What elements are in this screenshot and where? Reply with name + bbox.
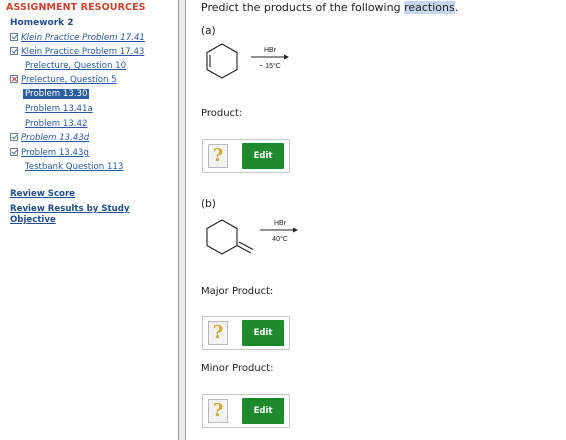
x-mark-icon: [10, 75, 18, 83]
product-answer-box: ? Edit: [202, 139, 290, 173]
assignment-title[interactable]: Homework 2: [10, 18, 74, 28]
edit-minor-product-button[interactable]: Edit: [242, 398, 284, 424]
product-label: Product:: [201, 108, 243, 119]
empty-structure-icon: ?: [208, 144, 228, 168]
part-a-label: (a): [201, 25, 216, 37]
condition-b: 40°C: [272, 235, 288, 243]
check-icon: [10, 148, 18, 156]
empty-structure-icon: ?: [208, 399, 228, 423]
highlighted-word: reactions: [404, 1, 455, 14]
cyclohexene-structure: [206, 43, 238, 79]
sidebar-item-problem-13-30[interactable]: Problem 13.30: [23, 89, 90, 99]
reagent-a: HBr: [264, 47, 277, 54]
sidebar-item-problem-13-42[interactable]: Problem 13.42: [25, 119, 87, 129]
reagent-b: HBr: [274, 220, 287, 227]
sidebar-item-klein-17-41[interactable]: Klein Practice Problem 17.41: [10, 33, 145, 43]
arrow-head: [293, 227, 298, 233]
sidebar-item-prelecture-5[interactable]: Prelecture, Question 5: [10, 75, 117, 85]
question-prompt: Predict the products of the following re…: [201, 1, 459, 14]
check-icon: [10, 47, 18, 55]
major-product-answer-box: ? Edit: [202, 316, 290, 350]
sidebar-item-problem-13-43g[interactable]: Problem 13.43g: [10, 148, 89, 158]
sidebar-item-problem-13-41a[interactable]: Problem 13.41a: [25, 104, 93, 114]
reaction-b-scheme: HBr 40°C: [206, 219, 298, 255]
minor-product-answer-box: ? Edit: [202, 394, 290, 428]
reaction-a-scheme: HBr − 15°C: [206, 43, 289, 79]
panel-splitter[interactable]: [178, 0, 186, 440]
sidebar-item-klein-17-43[interactable]: Klein Practice Problem 17.43: [10, 47, 144, 57]
major-product-label: Major Product:: [201, 286, 274, 297]
sidebar-item-testbank-113[interactable]: Testbank Question 113: [25, 162, 123, 172]
edit-product-button[interactable]: Edit: [242, 143, 284, 169]
empty-structure-icon: ?: [208, 321, 228, 345]
edit-major-product-button[interactable]: Edit: [242, 320, 284, 346]
sidebar-item-problem-13-43d[interactable]: Problem 13.43d: [10, 133, 89, 143]
sidebar-header: ASSIGNMENT RESOURCES: [6, 2, 146, 13]
condition-a: − 15°C: [259, 62, 281, 70]
arrow-head: [284, 54, 289, 60]
check-icon: [10, 133, 18, 141]
minor-product-label: Minor Product:: [201, 363, 274, 374]
review-score-link[interactable]: Review Score: [10, 189, 160, 200]
assignment-sidebar: ASSIGNMENT RESOURCES Homework 2 Klein Pr…: [0, 0, 176, 440]
question-panel: Predict the products of the following re…: [186, 0, 566, 440]
sidebar-item-prelecture-10[interactable]: Prelecture, Question 10: [25, 61, 126, 71]
check-icon: [10, 33, 18, 41]
methylenecyclohexane-structure: [206, 219, 254, 255]
review-results-link[interactable]: Review Results by Study Objective: [10, 204, 160, 226]
